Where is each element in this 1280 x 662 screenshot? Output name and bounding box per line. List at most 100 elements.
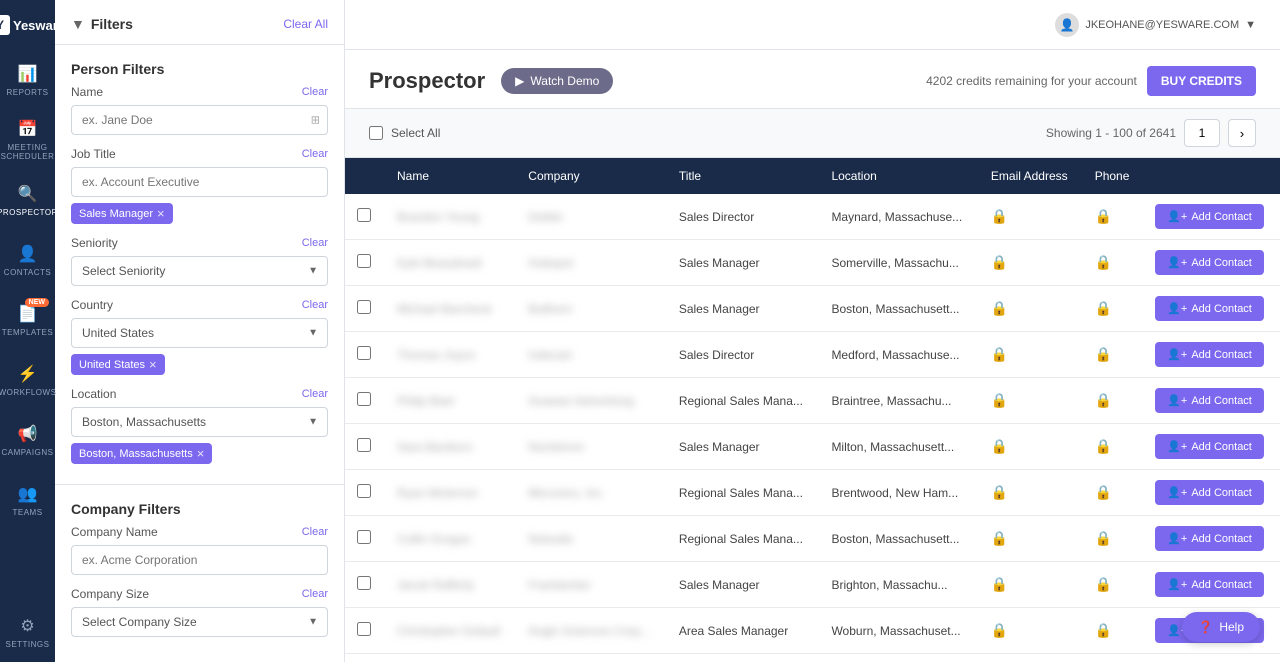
logo[interactable]: Y Yesware bbox=[0, 0, 55, 50]
sidebar-item-reports[interactable]: 📊 REPORTS bbox=[0, 50, 55, 110]
row-checkbox-cell bbox=[345, 378, 385, 424]
teams-icon: 👥 bbox=[18, 484, 38, 504]
country-tag-remove[interactable]: × bbox=[149, 358, 157, 371]
row-checkbox[interactable] bbox=[357, 530, 371, 544]
filters-sidebar: ▼ Filters Clear All Person Filters Name … bbox=[55, 0, 345, 662]
row-checkbox[interactable] bbox=[357, 438, 371, 452]
company-size-clear-button[interactable]: Clear bbox=[302, 588, 328, 600]
add-contact-button[interactable]: 👤+ Add Contact bbox=[1155, 434, 1264, 459]
job-title-tag[interactable]: Sales Manager × bbox=[71, 203, 173, 224]
help-button[interactable]: ❓ Help bbox=[1182, 612, 1260, 642]
reports-icon: 📊 bbox=[18, 64, 38, 84]
company-name-clear-button[interactable]: Clear bbox=[302, 526, 328, 538]
name-clear-button[interactable]: Clear bbox=[302, 86, 328, 98]
row-title: Sales Director bbox=[667, 332, 820, 378]
sidebar-item-label: CAMPAIGNS bbox=[2, 448, 54, 457]
country-select[interactable]: United States bbox=[71, 318, 328, 348]
table-row: Thomas Joyce Indecart Sales Director Med… bbox=[345, 332, 1280, 378]
sidebar-item-templates[interactable]: NEW 📄 TEMPLATES bbox=[0, 290, 55, 350]
row-location: Somerville, Massachu... bbox=[819, 240, 978, 286]
sidebar-item-teams[interactable]: 👥 TEAMS bbox=[0, 470, 55, 530]
page-number-input[interactable] bbox=[1184, 119, 1220, 147]
sidebar-item-campaigns[interactable]: 📢 CAMPAIGNS bbox=[0, 410, 55, 470]
job-title-tag-remove[interactable]: × bbox=[157, 207, 165, 220]
prospector-header: Prospector ▶ Watch Demo 4202 credits rem… bbox=[345, 50, 1280, 109]
location-select[interactable]: Boston, Massachusetts bbox=[71, 407, 328, 437]
row-name: Michael Barcheck bbox=[385, 286, 516, 332]
email-lock-icon: 🔒 bbox=[991, 438, 1008, 454]
add-contact-icon: 👤+ bbox=[1167, 256, 1187, 269]
table-row: Jacob Rafferty Framberber Sales Manager … bbox=[345, 562, 1280, 608]
add-contact-button[interactable]: 👤+ Add Contact bbox=[1155, 526, 1264, 551]
row-actions: 👤+ Add Contact bbox=[1143, 562, 1280, 608]
watch-demo-button[interactable]: ▶ Watch Demo bbox=[501, 68, 613, 94]
phone-lock-icon: 🔒 bbox=[1095, 438, 1112, 454]
row-location: Woburn, Massachuset... bbox=[819, 608, 978, 654]
row-checkbox[interactable] bbox=[357, 208, 371, 222]
row-location: Maynard, Massachuse... bbox=[819, 194, 978, 240]
name-input[interactable] bbox=[71, 105, 328, 135]
row-checkbox[interactable] bbox=[357, 300, 371, 314]
user-email: JKEOHANE@YESWARE.COM bbox=[1085, 19, 1239, 31]
add-contact-button[interactable]: 👤+ Add Contact bbox=[1155, 342, 1264, 367]
row-checkbox[interactable] bbox=[357, 392, 371, 406]
select-all-checkbox[interactable] bbox=[369, 126, 383, 140]
table-row: Sean Murphy Securly Regional Sales Mana.… bbox=[345, 654, 1280, 662]
seniority-select[interactable]: Select Seniority VP Director Manager Ind… bbox=[71, 256, 328, 286]
next-page-button[interactable]: › bbox=[1228, 119, 1256, 147]
table-header-row: Name Company Title Location Email Addres… bbox=[345, 158, 1280, 194]
add-contact-button[interactable]: 👤+ Add Contact bbox=[1155, 296, 1264, 321]
row-email: 🔒 bbox=[979, 194, 1083, 240]
add-contact-button[interactable]: 👤+ Add Contact bbox=[1155, 480, 1264, 505]
sidebar-item-contacts[interactable]: 👤 CONTACTS bbox=[0, 230, 55, 290]
row-actions: 👤+ Add Contact bbox=[1143, 240, 1280, 286]
row-company: Anglo Sciences Corp... bbox=[516, 608, 667, 654]
row-title: Regional Sales Mana... bbox=[667, 378, 820, 424]
add-contact-button[interactable]: 👤+ Add Contact bbox=[1155, 572, 1264, 597]
row-actions: 👤+ Add Contact bbox=[1143, 332, 1280, 378]
row-checkbox[interactable] bbox=[357, 622, 371, 636]
showing-text: Showing 1 - 100 of 2641 bbox=[1046, 126, 1176, 140]
company-name-label-row: Company Name Clear bbox=[71, 525, 328, 539]
location-clear-button[interactable]: Clear bbox=[302, 388, 328, 400]
company-size-select[interactable]: Select Company Size 1-10 11-50 51-200 20… bbox=[71, 607, 328, 637]
row-phone: 🔒 bbox=[1083, 654, 1144, 662]
sidebar-item-meeting-scheduler[interactable]: 📅 MEETING SCHEDULER bbox=[0, 110, 55, 170]
row-email: 🔒 bbox=[979, 332, 1083, 378]
country-clear-button[interactable]: Clear bbox=[302, 299, 328, 311]
row-checkbox[interactable] bbox=[357, 254, 371, 268]
location-tag[interactable]: Boston, Massachusetts × bbox=[71, 443, 212, 464]
help-label: Help bbox=[1219, 620, 1244, 634]
sidebar-item-settings[interactable]: ⚙ SETTINGS bbox=[0, 602, 55, 662]
sidebar-item-workflows[interactable]: ⚡ WORKFLOWS bbox=[0, 350, 55, 410]
job-title-label: Job Title bbox=[71, 147, 116, 161]
job-title-clear-button[interactable]: Clear bbox=[302, 148, 328, 160]
row-checkbox[interactable] bbox=[357, 346, 371, 360]
seniority-label: Seniority bbox=[71, 236, 118, 250]
table-row: Brandon Young Deltek Sales Director Mayn… bbox=[345, 194, 1280, 240]
seniority-clear-button[interactable]: Clear bbox=[302, 237, 328, 249]
job-title-input[interactable] bbox=[71, 167, 328, 197]
location-tag-remove[interactable]: × bbox=[197, 447, 205, 460]
location-tag-text: Boston, Massachusetts bbox=[79, 448, 193, 460]
buy-credits-button[interactable]: BUY CREDITS bbox=[1147, 66, 1256, 96]
row-checkbox[interactable] bbox=[357, 484, 371, 498]
clear-all-button[interactable]: Clear All bbox=[283, 17, 328, 31]
email-lock-icon: 🔒 bbox=[991, 254, 1008, 270]
row-email: 🔒 bbox=[979, 516, 1083, 562]
row-company: Hubspot bbox=[516, 240, 667, 286]
prospector-title-area: Prospector ▶ Watch Demo bbox=[369, 68, 613, 94]
country-tag-text: United States bbox=[79, 359, 145, 371]
add-contact-button[interactable]: 👤+ Add Contact bbox=[1155, 388, 1264, 413]
new-badge: NEW bbox=[25, 298, 49, 307]
sidebar-item-label: TEMPLATES bbox=[2, 328, 53, 337]
add-contact-icon: 👤+ bbox=[1167, 394, 1187, 407]
user-info[interactable]: 👤 JKEOHANE@YESWARE.COM ▼ bbox=[1055, 13, 1256, 37]
header-location-col: Location bbox=[819, 158, 978, 194]
country-tag[interactable]: United States × bbox=[71, 354, 165, 375]
add-contact-button[interactable]: 👤+ Add Contact bbox=[1155, 250, 1264, 275]
sidebar-item-prospector[interactable]: 🔍 PROSPECTOR bbox=[0, 170, 55, 230]
row-checkbox[interactable] bbox=[357, 576, 371, 590]
company-name-input[interactable] bbox=[71, 545, 328, 575]
add-contact-button[interactable]: 👤+ Add Contact bbox=[1155, 204, 1264, 229]
